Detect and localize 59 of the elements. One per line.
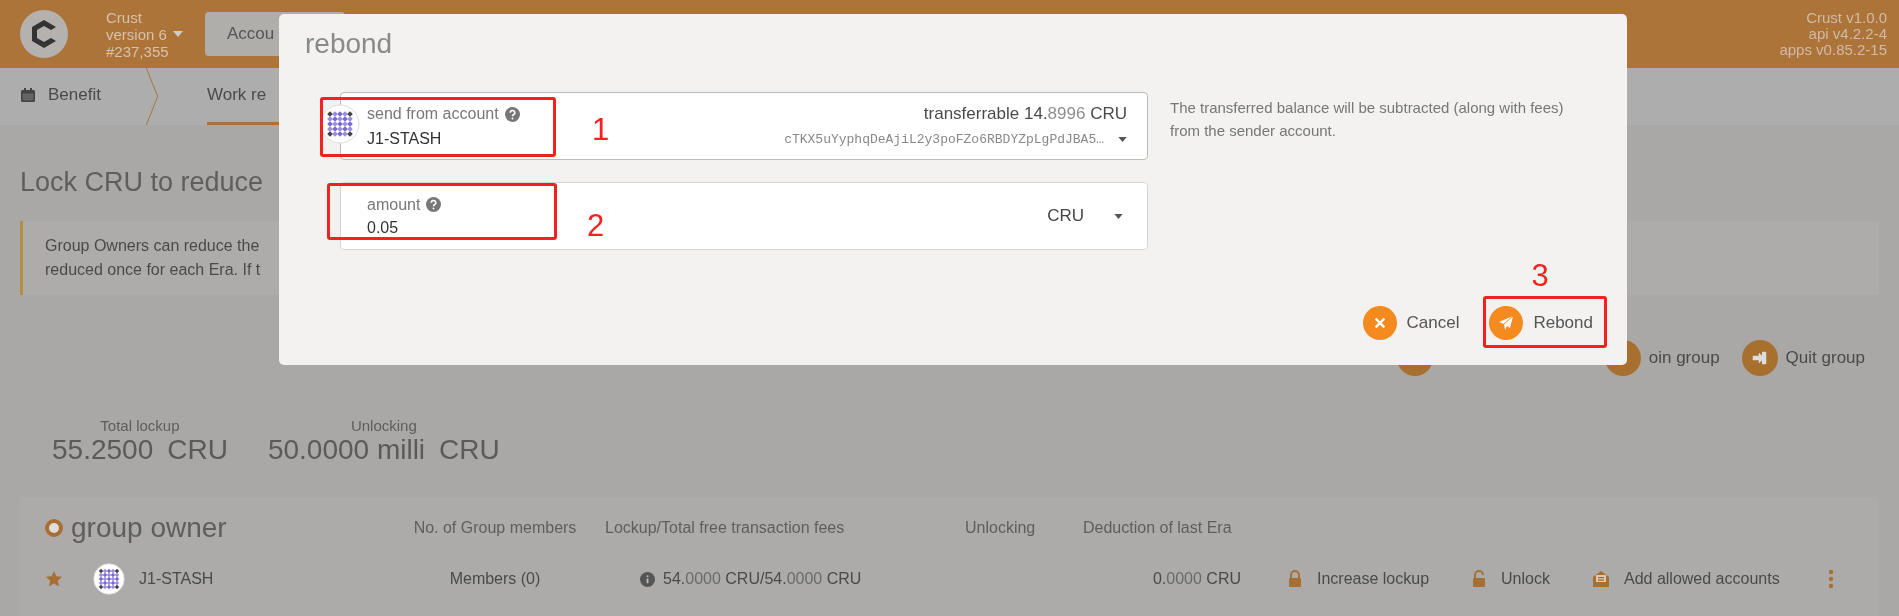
field-label: send from account xyxy=(367,105,499,123)
row-action-button[interactable]: Unlock xyxy=(1471,570,1550,588)
column-header: Deduction of last Era xyxy=(1083,519,1233,537)
unlock-icon xyxy=(1471,570,1488,588)
stat-value: 50.0000 milli xyxy=(267,434,426,466)
exit-icon xyxy=(1751,350,1768,366)
envelope-icon xyxy=(1591,570,1610,588)
stat-label: Total lockup xyxy=(100,417,180,434)
info-icon[interactable] xyxy=(640,571,655,587)
row-action-button[interactable]: Add allowed accounts xyxy=(1591,570,1780,588)
stat-unit: CRU xyxy=(439,434,500,466)
dropdown-caret-icon[interactable] xyxy=(1114,213,1123,219)
help-icon[interactable] xyxy=(426,197,442,212)
action-button[interactable]: Quit group xyxy=(1741,340,1865,376)
notice-text: reduced once for each Era. If t xyxy=(45,260,261,280)
unit-select[interactable]: CRU xyxy=(1047,206,1084,226)
calendar-icon xyxy=(20,87,36,103)
identicon-avatar xyxy=(93,563,125,595)
version-text: Crust v1.0.0 xyxy=(1806,10,1887,26)
column-header: No. of Group members xyxy=(412,519,578,537)
stat-label: Unlocking xyxy=(350,417,417,434)
stat-value: 55.2500 xyxy=(52,434,154,466)
balance-text: transferrable 14.8996 CRU xyxy=(923,104,1127,124)
lock-icon xyxy=(1287,570,1303,588)
version-text: apps v0.85.2-15 xyxy=(1779,42,1887,58)
field-label: amount xyxy=(367,195,421,214)
paper-plane-icon xyxy=(1498,315,1515,331)
nav-item[interactable]: Benefit xyxy=(20,68,119,125)
annotation-number: 1 xyxy=(592,114,610,145)
account-address: cTKX5uYyphqDeAjiL2y3poFZo6RBDYZpLgPdJBA5… xyxy=(784,131,1104,147)
help-text: The transferred balance will be subtracted (along with fees) from the sender account. xyxy=(1170,98,1565,141)
status-dot-icon xyxy=(45,519,63,537)
version-text: api v4.2.2-4 xyxy=(1808,26,1887,42)
account-name: J1-STASH xyxy=(367,130,442,148)
chain-version[interactable]: version 6 xyxy=(106,25,167,43)
close-icon xyxy=(1372,316,1387,330)
account-name: J1-STASH xyxy=(139,570,214,588)
amount-value: 0.05 xyxy=(367,218,400,237)
notice-text: Group Owners can reduce the xyxy=(45,236,260,256)
group-title: group owner xyxy=(71,512,227,544)
annotation-number: 2 xyxy=(587,210,605,241)
row-action-button[interactable]: Increase lockup xyxy=(1287,570,1430,588)
chain-name: Crust xyxy=(106,8,143,26)
annotation-number: 3 xyxy=(1531,260,1549,291)
block-number: #237,355 xyxy=(106,42,170,60)
identicon-avatar xyxy=(320,104,360,144)
stat-unit: CRU xyxy=(167,434,228,466)
logo-icon[interactable] xyxy=(20,10,68,58)
page-heading: Lock CRU to reduce xyxy=(20,167,265,199)
rebond-button[interactable]: Rebond xyxy=(1489,306,1593,340)
cancel-button[interactable]: Cancel xyxy=(1362,306,1460,340)
lockup-value: 54.0000 CRU/54.0000 CRU xyxy=(663,570,862,588)
column-header: Unlocking xyxy=(965,519,1037,537)
column-header: Lockup/Total free transaction fees xyxy=(605,519,846,537)
deduction-value: 0.0000 CRU xyxy=(1151,570,1242,588)
dropdown-caret-icon[interactable] xyxy=(1118,136,1127,142)
star-icon[interactable] xyxy=(45,570,63,588)
help-icon[interactable] xyxy=(504,106,520,122)
members-link[interactable]: Members (0) xyxy=(385,570,605,588)
